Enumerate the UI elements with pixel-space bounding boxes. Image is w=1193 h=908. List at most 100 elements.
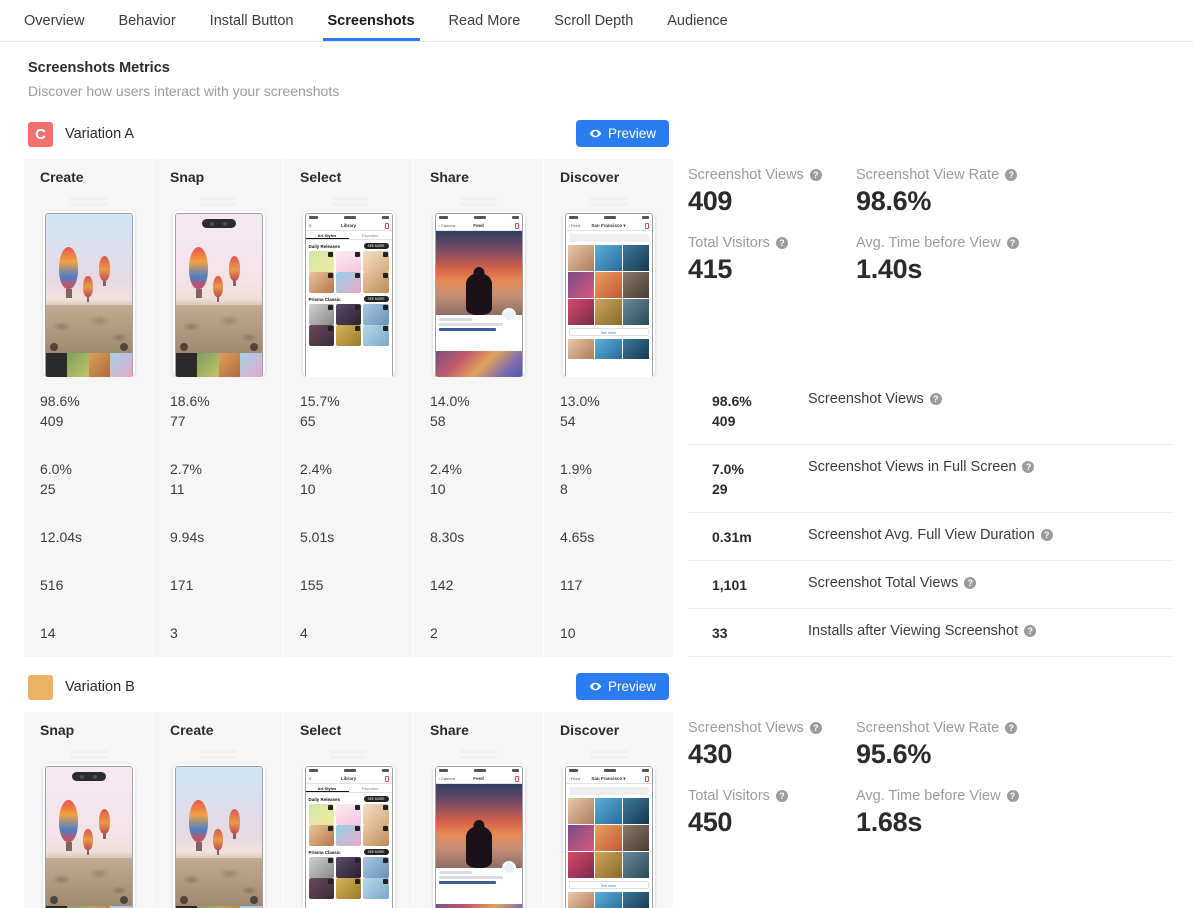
screenshot-thumbnail-cell[interactable]: ✕LibraryArt StylesFavoritesDaily Release… — [284, 195, 413, 377]
discover-photo[interactable] — [595, 272, 622, 298]
discover-photo[interactable] — [623, 339, 650, 359]
discover-photo[interactable] — [623, 272, 650, 298]
help-icon[interactable]: ? — [964, 577, 976, 589]
discover-photo[interactable] — [595, 339, 622, 359]
discover-photo[interactable] — [568, 892, 595, 908]
search-field[interactable] — [569, 787, 649, 795]
library-tile[interactable] — [336, 825, 361, 846]
library-tile[interactable] — [336, 804, 361, 825]
discover-photo[interactable] — [623, 299, 650, 325]
phone-mockup[interactable]: ‹ FeedSan Francisco ▾See more — [563, 211, 655, 377]
tab-read-more[interactable]: Read More — [432, 0, 538, 41]
help-icon[interactable]: ? — [1007, 237, 1019, 249]
help-icon[interactable]: ? — [1005, 722, 1017, 734]
discover-photo[interactable] — [568, 245, 595, 271]
see-more-pill[interactable]: SEE MORE — [364, 243, 389, 249]
search-field[interactable] — [569, 234, 649, 242]
library-tab-favorites[interactable]: Favorites — [349, 231, 392, 239]
library-tile[interactable] — [363, 825, 388, 846]
library-tile[interactable] — [336, 272, 361, 293]
screenshot-thumbnail-cell[interactable]: ✕LibraryArt StylesFavoritesDaily Release… — [284, 748, 413, 908]
phone-mockup[interactable] — [43, 764, 135, 908]
discover-photo[interactable] — [623, 245, 650, 271]
screenshot-thumbnail-cell[interactable] — [24, 195, 153, 377]
help-icon[interactable]: ? — [1005, 169, 1017, 181]
discover-photo[interactable] — [568, 852, 595, 878]
tab-install-button[interactable]: Install Button — [193, 0, 311, 41]
tab-screenshots[interactable]: Screenshots — [311, 0, 432, 41]
discover-photo[interactable] — [623, 798, 650, 824]
discover-photo[interactable] — [568, 339, 595, 359]
discover-photo[interactable] — [595, 852, 622, 878]
help-icon[interactable]: ? — [1022, 461, 1034, 473]
library-tile[interactable] — [363, 325, 388, 346]
discover-photo[interactable] — [623, 825, 650, 851]
discover-photo[interactable] — [595, 299, 622, 325]
library-tile[interactable] — [309, 878, 334, 899]
help-icon[interactable]: ? — [810, 169, 822, 181]
phone-mockup[interactable]: ‹ FeedSan Francisco ▾See more — [563, 764, 655, 908]
library-tile[interactable] — [363, 304, 388, 325]
library-tile[interactable] — [309, 272, 334, 293]
screenshot-thumbnail-cell[interactable]: ‹ CameraFeed — [414, 748, 543, 908]
help-icon[interactable]: ? — [776, 790, 788, 802]
screenshot-thumbnail-cell[interactable]: ‹ FeedSan Francisco ▾See more — [544, 195, 673, 377]
library-tile[interactable] — [336, 325, 361, 346]
library-tile[interactable] — [363, 804, 388, 825]
library-tile[interactable] — [363, 878, 388, 899]
library-tile[interactable] — [363, 272, 388, 293]
tab-overview[interactable]: Overview — [24, 0, 101, 41]
library-tile[interactable] — [309, 325, 334, 346]
discover-photo[interactable] — [595, 798, 622, 824]
library-tile[interactable] — [336, 304, 361, 325]
discover-photo[interactable] — [568, 299, 595, 325]
library-tile[interactable] — [309, 857, 334, 878]
see-more-pill[interactable]: SEE MORE — [364, 849, 389, 855]
preview-button-variation-a[interactable]: Preview — [576, 120, 669, 147]
help-icon[interactable]: ? — [930, 393, 942, 405]
see-more-button[interactable]: See more — [569, 881, 649, 889]
phone-mockup[interactable] — [43, 211, 135, 377]
discover-photo[interactable] — [595, 245, 622, 271]
screenshot-thumbnail-cell[interactable] — [154, 748, 283, 908]
discover-photo[interactable] — [623, 852, 650, 878]
discover-photo[interactable] — [595, 892, 622, 908]
discover-photo[interactable] — [568, 272, 595, 298]
library-tile[interactable] — [309, 804, 334, 825]
library-tile[interactable] — [336, 857, 361, 878]
see-more-pill[interactable]: SEE MORE — [364, 796, 389, 802]
help-icon[interactable]: ? — [776, 237, 788, 249]
help-icon[interactable]: ? — [1007, 790, 1019, 802]
phone-mockup[interactable] — [173, 764, 265, 908]
phone-mockup[interactable]: ✕LibraryArt StylesFavoritesDaily Release… — [303, 764, 395, 908]
library-tile[interactable] — [336, 251, 361, 272]
discover-photo[interactable] — [568, 798, 595, 824]
preview-button-variation-b[interactable]: Preview — [576, 673, 669, 700]
phone-mockup[interactable]: ✕LibraryArt StylesFavoritesDaily Release… — [303, 211, 395, 377]
help-icon[interactable]: ? — [1024, 625, 1036, 637]
library-tile[interactable] — [363, 857, 388, 878]
screenshot-thumbnail-cell[interactable]: ‹ CameraFeed — [414, 195, 543, 377]
discover-photo[interactable] — [595, 825, 622, 851]
library-tile[interactable] — [336, 878, 361, 899]
tab-scroll-depth[interactable]: Scroll Depth — [537, 0, 650, 41]
phone-mockup[interactable]: ‹ CameraFeed — [433, 211, 525, 377]
help-icon[interactable]: ? — [1041, 529, 1053, 541]
phone-mockup[interactable]: ‹ CameraFeed — [433, 764, 525, 908]
library-tab-favorites[interactable]: Favorites — [349, 784, 392, 792]
screenshot-thumbnail-cell[interactable]: ‹ FeedSan Francisco ▾See more — [544, 748, 673, 908]
help-icon[interactable]: ? — [810, 722, 822, 734]
tab-audience[interactable]: Audience — [650, 0, 744, 41]
discover-photo[interactable] — [568, 825, 595, 851]
tab-behavior[interactable]: Behavior — [101, 0, 192, 41]
screenshot-thumbnail-cell[interactable] — [154, 195, 283, 377]
see-more-button[interactable]: See more — [569, 328, 649, 336]
library-tile[interactable] — [309, 825, 334, 846]
library-tile[interactable] — [309, 304, 334, 325]
discover-photo[interactable] — [623, 892, 650, 908]
see-more-pill[interactable]: SEE MORE — [364, 296, 389, 302]
library-tab-art-styles[interactable]: Art Styles — [306, 784, 349, 792]
screenshot-thumbnail-cell[interactable] — [24, 748, 153, 908]
library-tab-art-styles[interactable]: Art Styles — [306, 231, 349, 239]
library-tile[interactable] — [309, 251, 334, 272]
